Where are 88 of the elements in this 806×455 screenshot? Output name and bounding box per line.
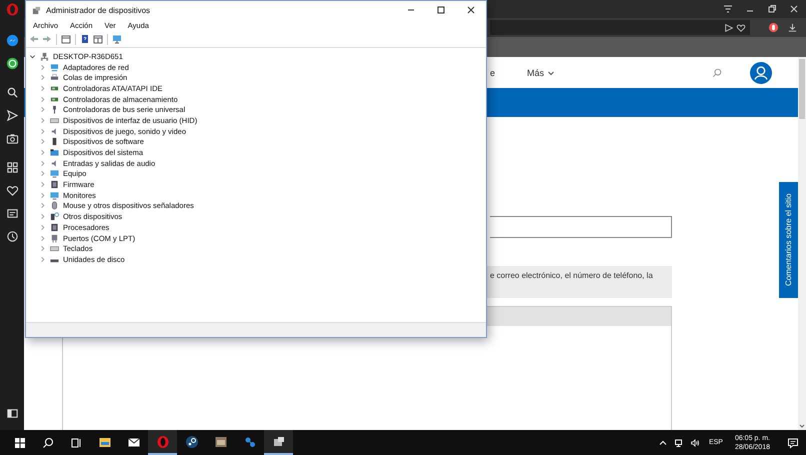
close-icon[interactable]	[788, 3, 800, 15]
nav-link[interactable]: e	[490, 68, 496, 78]
photo-app-icon	[214, 434, 228, 448]
unknown-device-icon	[50, 212, 59, 222]
window-pane-icon[interactable]	[93, 34, 103, 44]
whatsapp-icon[interactable]	[6, 57, 18, 70]
network-icon	[50, 62, 59, 72]
printer-icon	[50, 73, 59, 82]
monitor-icon	[50, 169, 59, 178]
steam-logo-icon	[184, 434, 198, 448]
chevron-down-icon	[547, 68, 556, 76]
vpn-badge-icon[interactable]	[768, 22, 779, 33]
speaker-icon	[50, 158, 59, 168]
chevron-right-icon[interactable]	[39, 160, 46, 167]
search-icon[interactable]	[6, 86, 18, 99]
device-manager-icon	[32, 6, 41, 14]
news-icon[interactable]	[6, 207, 18, 220]
chevron-right-icon[interactable]	[39, 64, 46, 71]
notice-text: e correo electrónico, el número de teléfono, la	[490, 271, 653, 280]
usb-plug-icon	[50, 105, 59, 114]
download-icon[interactable]	[787, 22, 798, 33]
chevron-right-icon[interactable]	[39, 106, 46, 114]
device-icon	[50, 137, 59, 146]
chevron-right-icon[interactable]	[39, 149, 46, 156]
close-icon[interactable]	[465, 4, 477, 16]
chip-icon	[50, 180, 59, 190]
chevron-down-icon[interactable]	[29, 52, 36, 60]
restore-icon[interactable]	[766, 3, 778, 15]
send-icon[interactable]	[724, 22, 734, 32]
chevron-right-icon[interactable]	[39, 245, 46, 252]
chevron-right-icon[interactable]	[39, 202, 46, 210]
controller-icon	[50, 94, 59, 104]
more-menu[interactable]: Más	[527, 68, 556, 78]
port-icon	[50, 234, 59, 243]
filter-icon[interactable]	[722, 3, 734, 15]
messenger-icon[interactable]	[6, 34, 18, 47]
task-view-icon[interactable]	[69, 436, 83, 450]
heart-icon[interactable]	[736, 22, 746, 32]
chevron-right-icon[interactable]	[39, 170, 46, 178]
feedback-tab[interactable]: Comentarios sobre el sitio	[779, 182, 798, 298]
network-app-icon	[242, 434, 256, 448]
keyboard-icon	[50, 116, 59, 125]
speaker-icon	[50, 126, 59, 136]
device-manager-icon	[272, 434, 286, 448]
send-icon[interactable]	[6, 109, 18, 122]
chip-icon	[50, 222, 59, 232]
chevron-right-icon[interactable]	[39, 213, 46, 220]
taskbar-app[interactable]	[264, 430, 293, 455]
sidebar-toggle-icon[interactable]	[6, 407, 18, 420]
help-icon[interactable]	[80, 34, 90, 44]
properties-icon[interactable]	[61, 34, 71, 44]
chevron-right-icon[interactable]	[39, 181, 46, 188]
notification-icon[interactable]	[787, 436, 799, 448]
chevron-right-icon[interactable]	[39, 96, 46, 103]
volume-icon[interactable]	[690, 438, 700, 448]
chevron-right-icon[interactable]	[39, 74, 46, 82]
chevron-right-icon[interactable]	[39, 234, 46, 242]
input-field[interactable]	[490, 216, 672, 238]
search-icon[interactable]	[41, 436, 55, 450]
chevron-right-icon[interactable]	[39, 256, 46, 263]
chevron-right-icon[interactable]	[39, 224, 46, 231]
heart-icon[interactable]	[6, 184, 18, 197]
camera-icon[interactable]	[6, 132, 18, 145]
windows-start-icon[interactable]	[13, 436, 27, 450]
account-avatar-icon[interactable]	[750, 62, 772, 84]
chevron-right-icon[interactable]	[39, 116, 46, 124]
keyboard-icon	[50, 244, 59, 254]
maximize-icon[interactable]	[435, 4, 447, 16]
opera-logo-icon	[156, 434, 170, 448]
chevron-right-icon[interactable]	[39, 138, 46, 146]
window-title: Administrador de dispositivos	[46, 6, 150, 14]
clock-icon[interactable]	[6, 230, 18, 243]
chevron-right-icon[interactable]	[39, 192, 46, 199]
chevron-right-icon[interactable]	[39, 84, 46, 92]
monitor-icon[interactable]	[112, 34, 122, 44]
scroll-down-icon[interactable]	[798, 422, 806, 430]
opera-logo-icon[interactable]	[6, 3, 18, 16]
address-field[interactable]	[490, 20, 750, 35]
scrollbar[interactable]	[798, 57, 806, 430]
taskbar-app[interactable]	[148, 430, 177, 455]
grid-icon[interactable]	[6, 161, 18, 174]
monitor-icon	[50, 190, 59, 200]
network-icon[interactable]	[674, 438, 684, 448]
folder-icon	[50, 148, 59, 158]
mouse-icon	[50, 201, 59, 210]
computer-icon	[40, 52, 49, 61]
chevron-right-icon[interactable]	[39, 128, 46, 135]
controller-icon	[50, 84, 59, 93]
